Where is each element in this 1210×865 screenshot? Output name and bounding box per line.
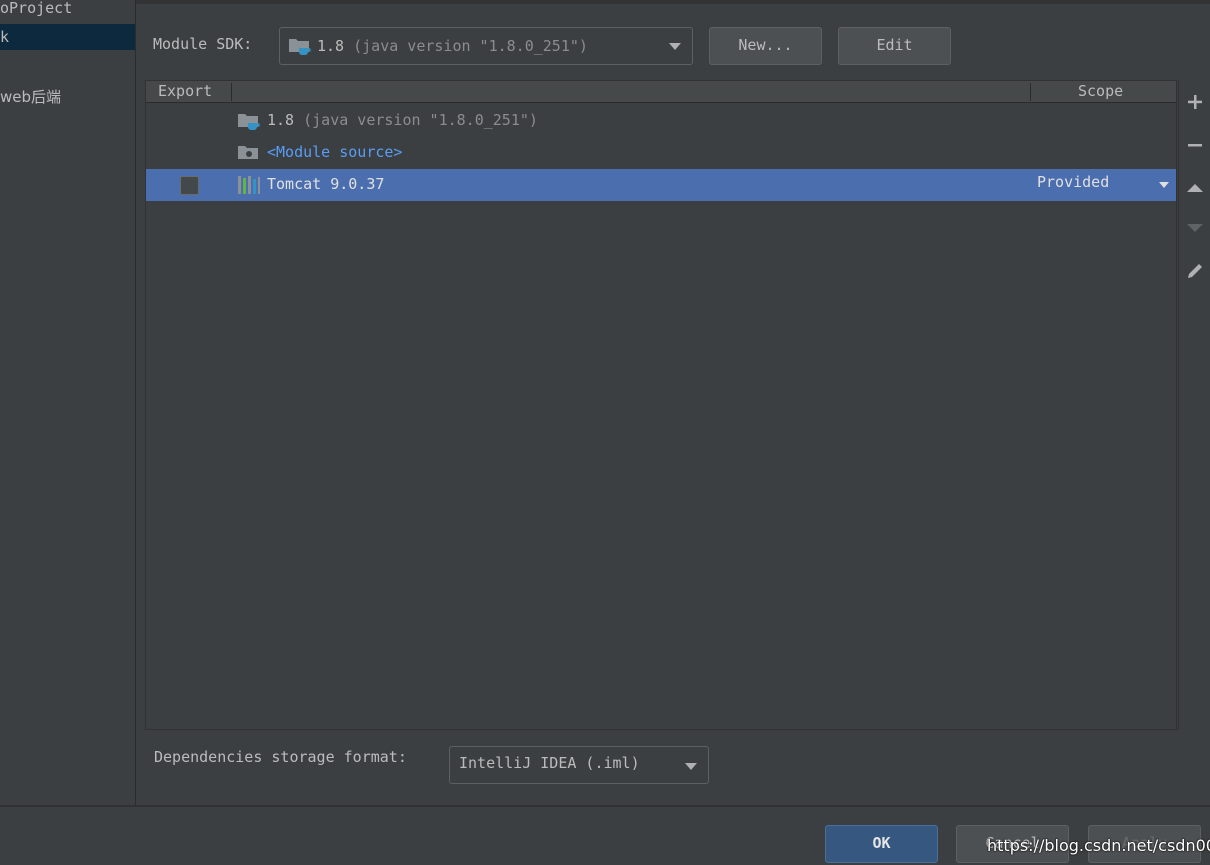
move-down-icon[interactable] [1179, 213, 1210, 245]
module-source-folder-icon [237, 143, 261, 167]
new-sdk-button[interactable]: New... [709, 27, 822, 65]
footer-divider [0, 805, 1210, 807]
tree-item-label: k [0, 28, 10, 46]
chevron-down-icon [669, 43, 681, 50]
tree-item-label: web后端 [0, 88, 62, 106]
dependency-name: 1.8 [267, 111, 295, 129]
column-divider[interactable] [231, 83, 232, 101]
top-divider [136, 0, 1210, 4]
sdk-version: 1.8 [317, 37, 345, 55]
sdk-folder-icon [237, 111, 261, 135]
table-header: Export Scope [146, 81, 1176, 103]
tree-item-web-backend[interactable]: web后端 [0, 84, 61, 110]
column-header-export[interactable]: Export [158, 81, 212, 102]
tree-item-module[interactable]: k [0, 24, 135, 50]
edit-icon[interactable] [1179, 255, 1210, 287]
chevron-down-icon [685, 763, 697, 770]
remove-icon[interactable] [1179, 129, 1210, 161]
project-structure-tree: oProject k web后端 [0, 0, 136, 805]
storage-format-dropdown[interactable]: IntelliJ IDEA (.iml) [449, 746, 709, 784]
sdk-version-detail: (java version "1.8.0_251") [353, 37, 588, 55]
add-icon[interactable] [1179, 86, 1210, 118]
storage-format-value: IntelliJ IDEA (.iml) [459, 754, 640, 772]
module-sdk-label: Module SDK: [153, 35, 253, 53]
dependencies-toolbar [1178, 80, 1210, 730]
ok-button[interactable]: OK [825, 825, 938, 863]
tree-item-label: oProject [0, 0, 73, 17]
module-sdk-dropdown[interactable]: 1.8 (java version "1.8.0_251") [279, 27, 693, 65]
column-header-scope[interactable]: Scope [1078, 81, 1123, 102]
dependencies-table: Export Scope 1.8 (java version "1.8.0_25… [145, 80, 1177, 730]
table-row[interactable]: Tomcat 9.0.37 Provided [146, 169, 1176, 201]
table-row[interactable]: 1.8 (java version "1.8.0_251") [146, 105, 1176, 137]
watermark-text: https://blog.csdn.net/csdn00er [987, 836, 1210, 855]
dependency-detail: (java version "1.8.0_251") [303, 111, 538, 129]
edit-sdk-button[interactable]: Edit [838, 27, 951, 65]
export-checkbox[interactable] [180, 176, 199, 195]
library-icon [237, 175, 261, 199]
sdk-folder-icon [288, 36, 312, 60]
move-up-icon[interactable] [1179, 171, 1210, 203]
dependency-name: <Module source> [267, 143, 403, 161]
tree-item-project[interactable]: oProject [0, 0, 72, 21]
storage-format-label: Dependencies storage format: [154, 748, 407, 766]
dependency-name: Tomcat 9.0.37 [267, 175, 385, 193]
scope-dropdown[interactable]: Provided [1037, 173, 1109, 191]
column-divider[interactable] [1030, 83, 1031, 101]
chevron-down-icon[interactable] [1159, 182, 1169, 188]
table-row[interactable]: <Module source> [146, 137, 1176, 169]
